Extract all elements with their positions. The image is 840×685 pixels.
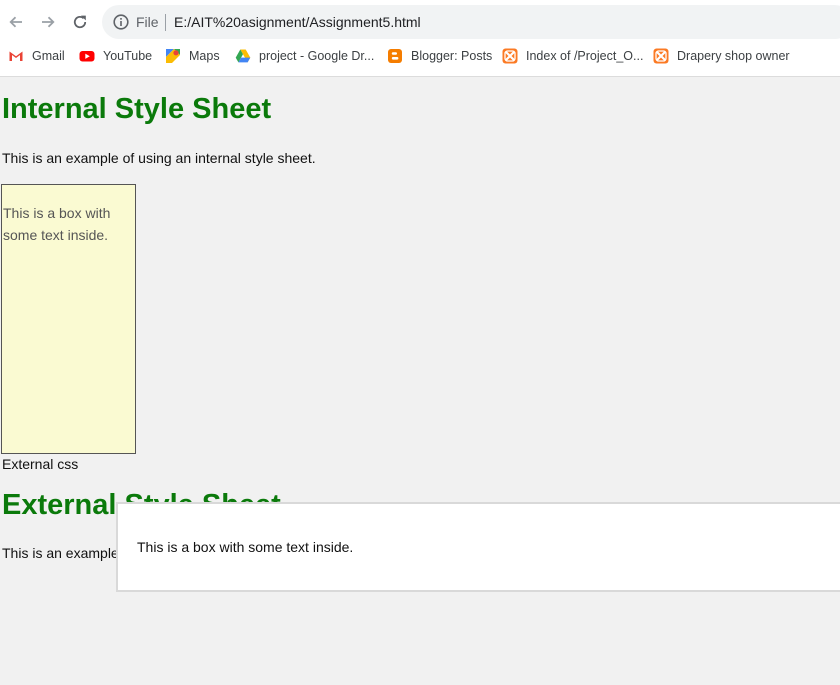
bookmark-label: Maps [189, 49, 220, 63]
bookmark-gmail[interactable]: Gmail [8, 48, 65, 64]
page-content: Internal Style Sheet This is an example … [0, 77, 840, 685]
youtube-icon [79, 48, 95, 64]
internal-box: This is a box with some text inside. [1, 184, 136, 454]
file-scheme-label: File [136, 14, 159, 30]
bookmark-drapery-shop-owner[interactable]: Drapery shop owner [653, 48, 790, 64]
internal-paragraph: This is an example of using an internal … [2, 150, 316, 166]
arrow-right-icon[interactable] [36, 10, 60, 34]
bookmark-label: Blogger: Posts [411, 49, 493, 63]
info-icon[interactable] [112, 13, 130, 31]
external-css-caption: External css [2, 456, 79, 472]
external-box: This is a box with some text inside. [116, 502, 840, 592]
maps-icon [165, 48, 181, 64]
bookmark-label: YouTube [103, 49, 153, 63]
bookmark-label: Index of /Project_O... [526, 49, 644, 63]
internal-heading: Internal Style Sheet [2, 93, 272, 125]
gmail-icon [8, 48, 24, 64]
address-bar[interactable]: File E:/AIT%20asignment/Assignment5.html [102, 5, 840, 39]
bookmark-label: project - Google Dr... [259, 49, 375, 63]
blogger-icon [387, 48, 403, 64]
bookmark-google-drive[interactable]: project - Google Dr... [235, 48, 374, 64]
bookmark-label: Gmail [32, 49, 65, 63]
bookmark-maps[interactable]: Maps [165, 48, 220, 64]
bookmark-label: Drapery shop owner [677, 49, 790, 63]
reload-icon[interactable] [68, 10, 92, 34]
arrow-left-icon[interactable] [4, 10, 28, 34]
xampp-icon [502, 48, 518, 64]
address-separator [165, 14, 166, 31]
url-text[interactable]: E:/AIT%20asignment/Assignment5.html [174, 14, 421, 30]
bookmark-youtube[interactable]: YouTube [79, 48, 152, 64]
external-box-text: This is a box with some text inside. [137, 539, 354, 555]
internal-box-text: This is a box with some text inside. [3, 205, 111, 243]
bookmark-blogger[interactable]: Blogger: Posts [387, 48, 492, 64]
bookmarks-bar: Gmail YouTube Maps project - Google Dr..… [0, 44, 840, 70]
bookmark-index-of-project[interactable]: Index of /Project_O... [502, 48, 643, 64]
google-drive-icon [235, 48, 251, 64]
browser-chrome: File E:/AIT%20asignment/Assignment5.html… [0, 0, 840, 77]
xampp-icon [653, 48, 669, 64]
